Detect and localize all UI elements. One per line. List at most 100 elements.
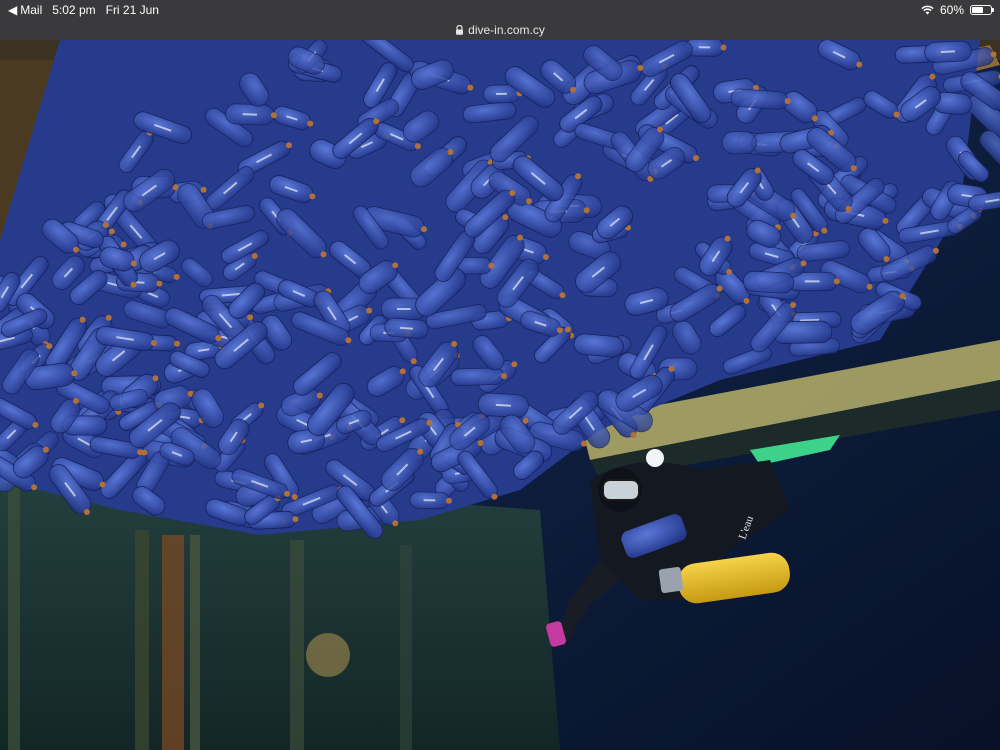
bottle-cap [811, 115, 818, 122]
bottle-cap [845, 205, 852, 212]
status-right: 60% [921, 3, 994, 17]
bottle-cap [32, 421, 39, 428]
diver-mask [602, 479, 640, 501]
bottle-cap [720, 44, 727, 51]
bottle-cap [373, 118, 380, 125]
bottle-cap [156, 280, 163, 287]
bottle-cap [850, 165, 857, 172]
bottle-cap [693, 155, 699, 161]
bottle-cap [309, 193, 316, 200]
bottle-cap [556, 327, 563, 334]
wall-rib-1 [8, 480, 20, 750]
bottle-cap [570, 86, 577, 93]
wall-rib-3 [190, 535, 200, 750]
wall-rib-5 [400, 545, 412, 750]
bottle-cap [399, 417, 406, 424]
wreck-dive-photo: L'eau [0, 40, 1000, 750]
bottle-cap [821, 227, 828, 234]
bottle-cap [72, 246, 79, 253]
bottle-cap [421, 226, 427, 233]
bottle-cap [150, 340, 157, 346]
bottle-cap [320, 251, 327, 258]
bottle-cap [286, 142, 292, 149]
bottle-cap [414, 143, 421, 150]
bottle-cap [754, 167, 761, 174]
bottle-cap [637, 64, 644, 71]
bottle-cap [426, 419, 433, 426]
bottle-cap [583, 207, 590, 214]
bottle-cap [929, 73, 936, 80]
bottle-cap [467, 84, 474, 91]
bottle-cap [392, 262, 399, 269]
dive-light [646, 449, 664, 467]
back-to-mail-button[interactable]: ◀ Mail [8, 3, 42, 17]
wall-rib-4 [290, 540, 304, 750]
wifi-icon [921, 5, 934, 15]
water-bottle [742, 270, 794, 294]
wall-rib-rust [162, 535, 184, 750]
bottle-cap [291, 493, 298, 500]
status-time: 5:02 pm [52, 3, 96, 17]
bottle-cap [990, 51, 997, 58]
bottle-cap [564, 326, 571, 333]
water-bottle [573, 333, 624, 358]
wall-rib-2 [135, 530, 149, 750]
bottle-cap [784, 98, 791, 105]
bottle-cap [99, 481, 106, 488]
bottle-cap [215, 335, 222, 342]
bottle-cap [137, 449, 143, 456]
bottle-cap [83, 509, 90, 515]
lock-icon [456, 25, 464, 35]
bottle-cap [488, 262, 495, 269]
bottle-cap [726, 268, 733, 275]
bottle-cap [42, 446, 49, 453]
back-triangle-icon: ◀ [8, 3, 18, 17]
bottle-cap [417, 448, 424, 455]
sponge-growth [306, 633, 350, 677]
bottle-cap [447, 149, 454, 155]
bottle-cap [73, 397, 79, 404]
bottle-cap [102, 221, 109, 228]
bottle-cap [446, 497, 452, 504]
bottle-cap [31, 484, 38, 491]
bottle-cap [451, 341, 458, 347]
bottle-cap [542, 254, 549, 260]
bottle-cap [833, 278, 840, 285]
bottle-cap [108, 228, 115, 235]
bottle-cap [883, 256, 890, 262]
battery-percent: 60% [939, 3, 964, 17]
bottle-cap [130, 260, 137, 267]
bottle-cap [200, 186, 207, 193]
bottle-cap [258, 402, 265, 409]
water-bottle [450, 367, 505, 386]
bottle-cap [292, 516, 299, 523]
bottle-cap [79, 316, 86, 323]
bottle-cap [173, 273, 180, 280]
bottle-cap [743, 297, 750, 304]
bottle-cap [345, 337, 352, 344]
tank-valve [658, 566, 684, 594]
bottle-cap [559, 292, 566, 299]
bottle-cap [366, 307, 373, 314]
bottle-cap [856, 61, 863, 68]
bottle-label [804, 280, 820, 283]
url-bar[interactable]: dive-in.com.cy [0, 20, 1000, 40]
bottle-cap [882, 217, 889, 224]
bottle-cap [630, 432, 637, 438]
status-date: Fri 21 Jun [105, 3, 159, 17]
bottle-cap [247, 314, 254, 321]
bottle-cap [477, 440, 484, 446]
bottle-cap [410, 358, 417, 365]
bottle-cap [526, 198, 532, 205]
bottle-cap [120, 241, 127, 248]
bottle-cap [501, 373, 507, 379]
bottle-cap [575, 173, 581, 180]
bottle-cap [800, 260, 807, 267]
bottle-cap [270, 112, 277, 119]
bottle-cap [668, 365, 675, 372]
bottle-cap [316, 392, 323, 399]
bottle-cap [251, 253, 258, 259]
bottle-label [495, 92, 507, 96]
safari-screen: ◀ Mail 5:02 pm Fri 21 Jun 60% dive-in.co… [0, 0, 1000, 750]
bottle-cap [790, 302, 797, 308]
